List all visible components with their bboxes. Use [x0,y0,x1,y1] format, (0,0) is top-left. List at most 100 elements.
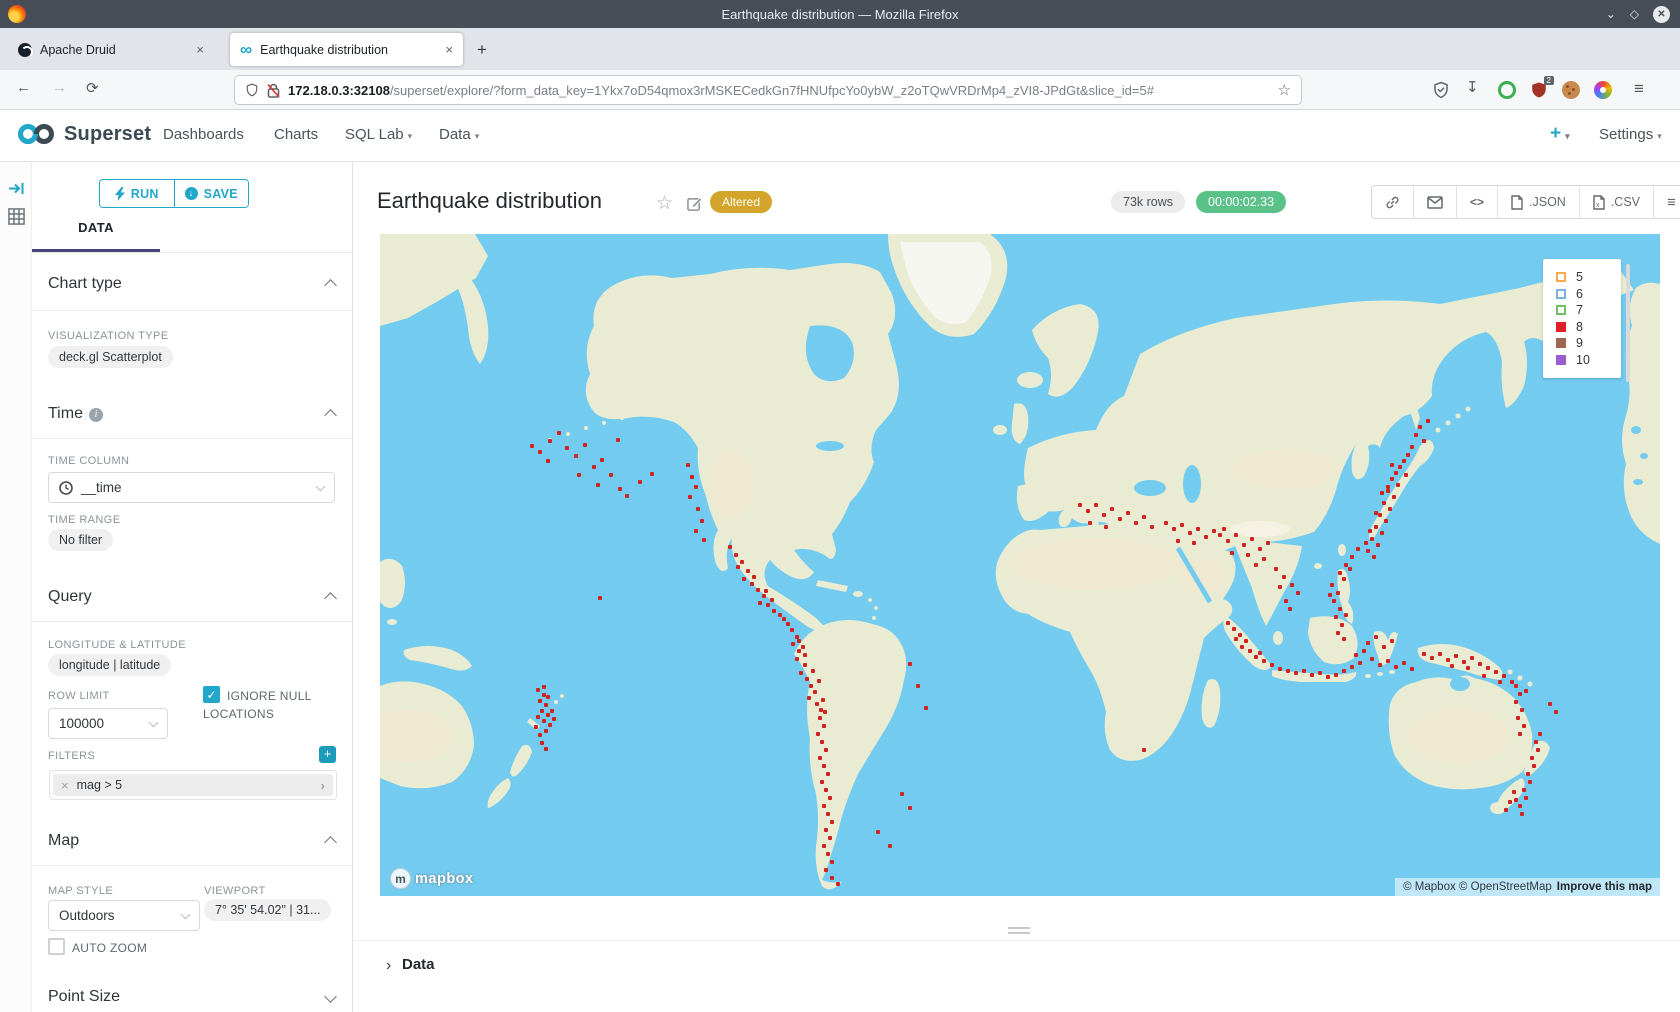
insecure-lock-icon[interactable] [267,83,280,98]
earthquake-point [1380,531,1384,535]
nav-data[interactable]: Data▾ [439,126,479,143]
expand-panel-icon[interactable] [8,180,25,197]
earthquake-point [1530,756,1534,760]
earthquake-point [826,812,830,816]
tab-apache-druid[interactable]: Apache Druid × [8,33,214,66]
earthquake-point [1356,547,1360,551]
superset-logo[interactable]: Superset [16,122,151,146]
minimize-icon[interactable]: ⌄ [1606,7,1616,21]
dataset-grid-icon[interactable] [8,208,25,225]
legend-item[interactable]: 8 [1556,319,1621,336]
new-tab-button[interactable]: + [477,40,487,60]
earthquake-point [1390,477,1394,481]
url-bar[interactable]: 172.18.0.3:32108/superset/explore/?form_… [234,75,1302,105]
auto-zoom-checkbox[interactable] [48,938,65,955]
row-limit-select[interactable]: 100000 [48,708,168,739]
tab-earthquake-distribution[interactable]: ∞ Earthquake distribution × [230,33,463,66]
embed-code-button[interactable]: <> [1457,186,1498,218]
earthquake-point [1422,439,1426,443]
nav-charts[interactable]: Charts [274,126,318,143]
chevron-right-icon[interactable]: › [313,778,333,793]
remove-filter-icon[interactable]: × [53,778,77,793]
legend-item[interactable]: 7 [1556,302,1621,319]
run-button[interactable]: RUN [100,180,175,207]
export-csv-button[interactable]: x .CSV [1580,186,1654,218]
earthquake-point [908,662,912,666]
earthquake-point [1518,692,1522,696]
altered-badge[interactable]: Altered [710,191,772,213]
time-range-value[interactable]: No filter [48,529,113,551]
earthquake-point [830,876,834,880]
section-map[interactable]: Map [48,832,336,850]
downloads-icon[interactable]: ↧ [1466,78,1479,96]
lonlat-value[interactable]: longitude | latitude [48,654,171,676]
tracking-shield-icon[interactable] [245,82,259,98]
legend-item[interactable]: 9 [1556,335,1621,352]
legend-item[interactable]: 6 [1556,286,1621,303]
section-chart-type[interactable]: Chart type [48,275,336,293]
close-icon[interactable]: ✕ [1653,6,1670,23]
chevron-down-icon [181,909,191,919]
earthquake-point [1422,652,1426,656]
earthquake-point [1086,509,1090,513]
improve-map-link[interactable]: Improve this map [1557,881,1652,893]
save-button[interactable]: ↓ SAVE [175,180,249,207]
pocket-shield-icon[interactable] [1432,81,1450,99]
mapbox-logo[interactable]: m mapbox [390,868,474,889]
panel-drag-handle[interactable] [1008,927,1030,934]
add-filter-button[interactable]: + [319,746,336,763]
filter-chip[interactable]: × mag > 5 › [53,774,333,796]
deckgl-map[interactable]: 5678910 m mapbox © Mapbox © OpenStreetMa… [380,234,1660,896]
nav-dashboards[interactable]: Dashboards [163,126,244,143]
chevron-right-icon[interactable]: › [386,957,391,975]
nav-sql-lab[interactable]: SQL Lab▾ [345,126,412,143]
earthquake-point [1328,593,1332,597]
tab-close-icon[interactable]: × [196,42,204,57]
legend-scrollbar[interactable] [1626,264,1630,382]
earthquake-point [1284,599,1288,603]
earthquake-point [826,772,830,776]
adblock-extension-icon[interactable]: 2 [1530,81,1548,99]
tab-data[interactable]: DATA [32,220,160,252]
viz-type-value[interactable]: deck.gl Scatterplot [48,346,173,368]
bookmark-star-icon[interactable]: ☆ [1278,81,1291,99]
favorite-star-icon[interactable]: ☆ [656,192,673,215]
map-style-select[interactable]: Outdoors [48,900,200,931]
edit-title-icon[interactable] [687,196,702,211]
maximize-icon[interactable]: ◇ [1630,7,1639,21]
menu-icon[interactable]: ≡ [1634,79,1644,99]
copy-link-button[interactable] [1372,186,1414,218]
section-query[interactable]: Query [48,588,336,606]
forward-icon[interactable]: → [52,79,67,96]
section-point-size[interactable]: Point Size [48,988,336,1006]
time-column-select[interactable]: __time [48,472,335,503]
earthquake-point [1326,675,1330,679]
section-time[interactable]: Timei [48,405,336,423]
legend-swatch [1556,338,1566,348]
viewport-value[interactable]: 7° 35' 54.02" | 31... [204,899,331,921]
mask-extension-icon[interactable] [1498,81,1516,99]
earthquake-point [1438,652,1442,656]
legend-item[interactable]: 5 [1556,269,1621,286]
earthquake-point [1102,513,1106,517]
export-json-button[interactable]: .JSON [1498,186,1580,218]
earthquake-point [1538,732,1542,736]
earthquake-point [740,560,744,564]
earthquake-point [908,806,912,810]
email-button[interactable] [1414,186,1457,218]
reload-icon[interactable]: ⟳ [86,79,99,97]
tab-close-icon[interactable]: × [445,42,453,57]
settings-menu[interactable]: Settings▾ [1599,126,1662,143]
ignore-null-checkbox[interactable]: ✓ [203,686,220,703]
earthquake-point [1402,661,1406,665]
legend-item[interactable]: 10 [1556,352,1621,369]
cookie-extension-icon[interactable] [1562,81,1580,99]
data-results-panel[interactable]: › Data [353,940,1680,1012]
earthquake-point [552,717,556,721]
chart-menu-button[interactable]: ≡ [1654,186,1680,218]
pinwheel-extension-icon[interactable] [1594,81,1612,99]
new-button[interactable]: +▾ [1550,123,1570,145]
back-icon[interactable]: ← [16,79,31,96]
earthquake-point [1384,519,1388,523]
earthquake-point [544,729,548,733]
